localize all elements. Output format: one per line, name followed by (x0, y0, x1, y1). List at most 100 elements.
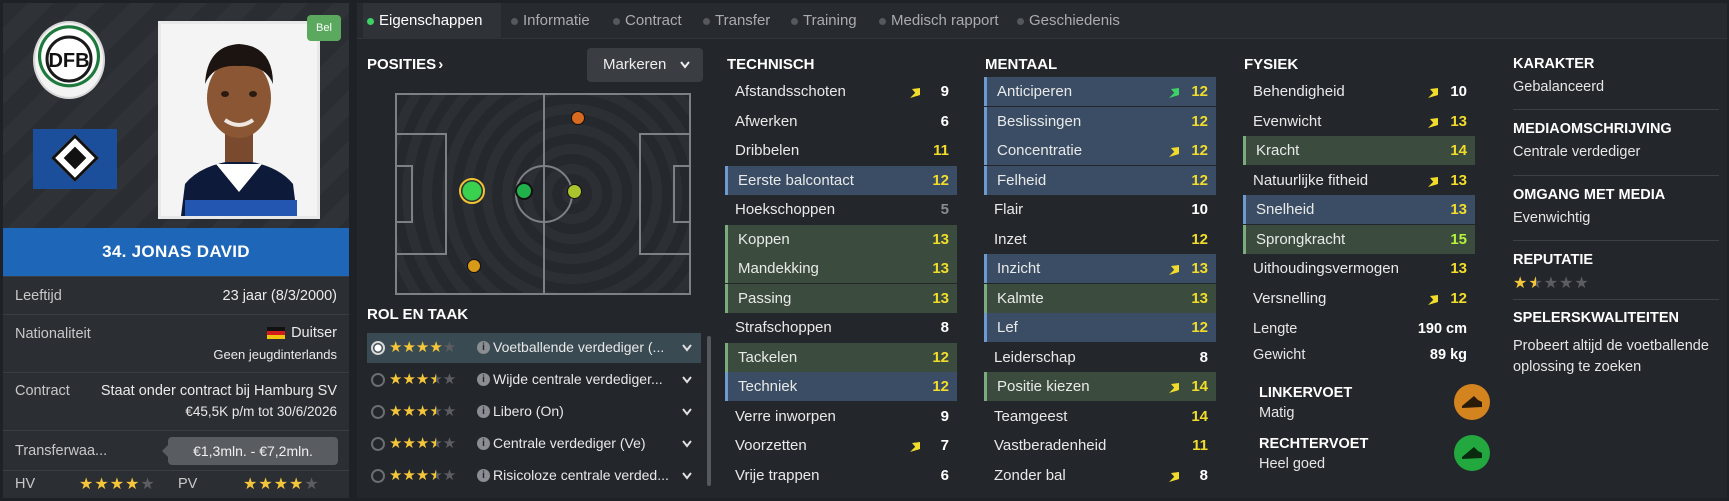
positions-title[interactable]: POSITIES › (367, 56, 443, 73)
attribute-row[interactable]: Flair 10 (984, 195, 1216, 224)
role-radio[interactable] (371, 405, 385, 419)
attribute-row[interactable]: Inzicht 13 (984, 254, 1216, 283)
attribute-row[interactable]: Mandekking 13 (725, 254, 957, 283)
chevron-down-icon[interactable] (681, 368, 693, 395)
chevron-down-icon[interactable] (681, 464, 693, 491)
attribute-row[interactable]: Uithoudingsvermogen 13 (1243, 254, 1475, 283)
left-foot-boot-icon (1454, 384, 1490, 420)
role-row[interactable]: ★★★★★ i Wijde centrale verdediger... (367, 365, 701, 395)
attribute-row[interactable]: Teamgeest 14 (984, 402, 1216, 431)
attribute-row[interactable]: Dribbelen 11 (725, 136, 957, 165)
position-dl-competent[interactable] (467, 259, 481, 273)
attribute-name: Natuurlijke fitheid (1253, 171, 1369, 189)
attribute-name: Dribbelen (735, 142, 800, 159)
tab-transfer[interactable]: Transfer (699, 3, 781, 39)
role-radio[interactable] (371, 469, 385, 483)
tab-medisch-rapport[interactable]: Medisch rapport (875, 3, 1007, 39)
attribute-row[interactable]: Afwerken 6 (725, 107, 957, 136)
hv-stars[interactable]: ★★★★★ (79, 474, 156, 494)
attribute-row[interactable]: Natuurlijke fitheid 13 (1243, 166, 1475, 195)
contract-value[interactable]: Staat onder contract bij Hamburg SV (101, 383, 337, 399)
role-radio[interactable] (371, 437, 385, 451)
attribute-row[interactable]: Snelheid 13 (1243, 195, 1475, 224)
transfer-value-pill[interactable]: €1,3mln. - €7,2mln. (162, 437, 338, 465)
attribute-value: 12 (1191, 112, 1208, 130)
attribute-row[interactable]: Techniek 12 (725, 372, 957, 401)
info-icon[interactable]: i (477, 469, 490, 482)
info-icon[interactable]: i (477, 341, 490, 354)
attribute-row[interactable]: Verre inworpen 9 (725, 402, 957, 431)
karakter-title: KARAKTER (1513, 56, 1595, 72)
gewicht-value: 89 kg (1429, 347, 1467, 363)
tab-training[interactable]: Training (787, 3, 869, 39)
attribute-row[interactable]: Vrije trappen 6 (725, 461, 957, 490)
attribute-row[interactable]: Hoekschoppen 5 (725, 195, 957, 224)
info-icon[interactable]: i (477, 373, 490, 386)
attribute-value: 14 (1191, 378, 1208, 395)
role-row[interactable]: ★★★★★ i Risicoloze centrale verded... (367, 461, 701, 491)
hamburg-club-crest-icon[interactable] (33, 129, 117, 189)
tab-informatie[interactable]: Informatie (507, 3, 603, 39)
attribute-row[interactable]: Kracht 14 (1243, 136, 1475, 165)
attribute-row[interactable]: Leiderschap 8 (984, 343, 1216, 372)
chevron-down-icon[interactable] (681, 400, 693, 427)
attribute-row[interactable]: Vastberadenheid 11 (984, 431, 1216, 460)
roles-scrollbar[interactable] (707, 336, 711, 486)
player-name: 34. JONAS DAVID (3, 228, 349, 276)
tab-contract[interactable]: Contract (609, 3, 693, 39)
linkervoet-value: Matig (1259, 405, 1295, 421)
attribute-row[interactable]: Sprongkracht 15 (1243, 224, 1475, 254)
role-radio[interactable] (371, 373, 385, 387)
tab-eigenschappen[interactable]: Eigenschappen (363, 3, 501, 39)
role-row[interactable]: ★★★★★ i Libero (On) (367, 397, 701, 427)
attribute-name: Inzicht (997, 260, 1041, 277)
germany-federation-crest-icon: DFB (33, 21, 105, 99)
attribute-row[interactable]: Positie kiezen 14 (984, 372, 1216, 401)
ability-row: HV ★★★★★ PV ★★★★★ (3, 470, 349, 498)
chevron-down-icon[interactable] (681, 432, 693, 459)
position-mc-competent[interactable] (567, 184, 582, 199)
attribute-row[interactable]: Concentratie 12 (984, 136, 1216, 165)
attribute-row[interactable]: Kalmte 13 (984, 283, 1216, 313)
attribute-row[interactable]: Passing 13 (725, 283, 957, 313)
attribute-row[interactable]: Inzet 12 (984, 225, 1216, 254)
attribute-row[interactable]: Versnelling 12 (1243, 284, 1475, 313)
left-goal-box (395, 165, 413, 223)
position-dm-natural[interactable] (515, 182, 533, 200)
attribute-row[interactable]: Zonder bal 8 (984, 461, 1216, 490)
info-icon[interactable]: i (477, 405, 490, 418)
attribute-value: 5 (940, 201, 949, 218)
attribute-row[interactable]: Tackelen 12 (725, 342, 957, 372)
role-radio[interactable] (371, 341, 385, 355)
chevron-down-icon[interactable] (681, 336, 693, 363)
markeren-dropdown[interactable]: Markeren (587, 48, 703, 82)
attribute-name: Passing (738, 289, 792, 307)
pv-stars[interactable]: ★★★★★ (243, 474, 320, 494)
attribute-row[interactable]: Strafschoppen 8 (725, 313, 957, 342)
attribute-name: Inzet (994, 230, 1027, 248)
position-dc-natural[interactable] (459, 178, 485, 204)
position-amr-unconvincing[interactable] (571, 111, 585, 125)
attribute-row[interactable]: Evenwicht 13 (1243, 107, 1475, 136)
dot-icon (879, 18, 886, 25)
attribute-value: 12 (1191, 230, 1208, 248)
role-row[interactable]: ★★★★★ i Centrale verdediger (Ve) (367, 429, 701, 459)
position-pitch[interactable] (395, 93, 691, 295)
attribute-row[interactable]: Anticiperen 12 (984, 77, 1216, 106)
nationality-value-wrap[interactable]: Duitser (267, 325, 337, 341)
attribute-row[interactable]: Koppen 13 (725, 224, 957, 254)
bel-badge[interactable]: Bel (307, 15, 341, 41)
attribute-row[interactable]: Felheid 12 (984, 165, 1216, 195)
attribute-name: Teamgeest (994, 407, 1068, 425)
media-value: Centrale verdediger (1513, 144, 1641, 160)
attribute-row[interactable]: Eerste balcontact 12 (725, 165, 957, 195)
dot-icon (791, 18, 798, 25)
attribute-row[interactable]: Lef 12 (984, 313, 1216, 342)
attribute-row[interactable]: Beslissingen 12 (984, 106, 1216, 136)
attribute-row[interactable]: Afstandsschoten 9 (725, 77, 957, 106)
attribute-row[interactable]: Behendigheid 10 (1243, 77, 1475, 106)
tab-geschiedenis[interactable]: Geschiedenis (1013, 3, 1131, 39)
attribute-row[interactable]: Voorzetten 7 (725, 431, 957, 460)
info-icon[interactable]: i (477, 437, 490, 450)
role-row[interactable]: ★★★★★ i Voetballende verdediger (... (367, 333, 701, 363)
